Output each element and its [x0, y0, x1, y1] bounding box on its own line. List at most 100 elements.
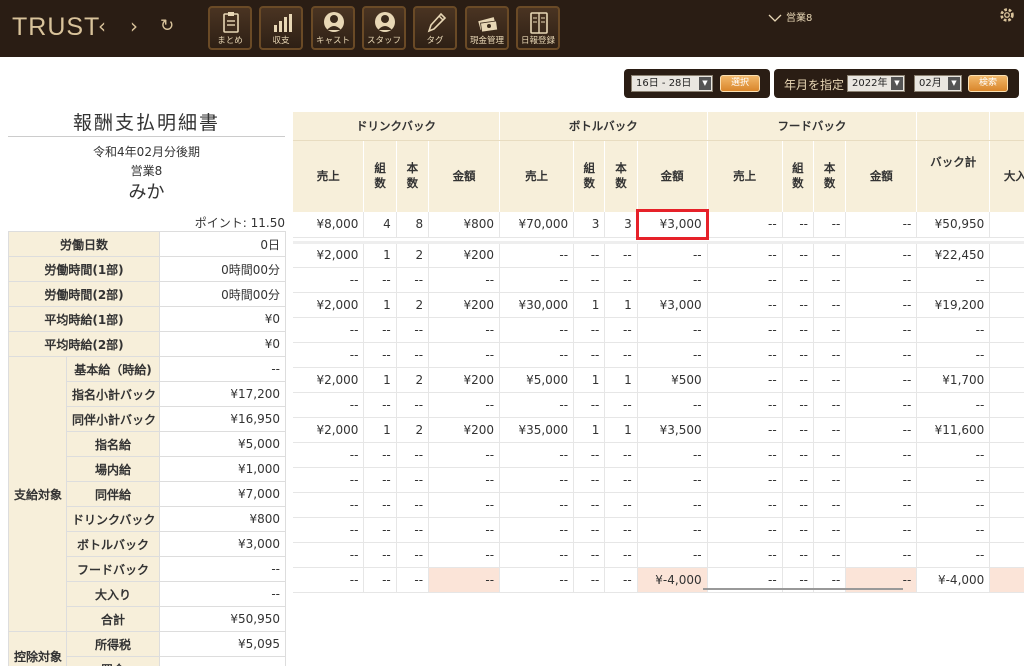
horizontal-scrollbar[interactable]	[703, 588, 903, 590]
toolbar-summary-button[interactable]: まとめ	[208, 6, 252, 50]
table-row: ¥2,000 1 2 ¥200 ¥5,000 1 1 ¥500 -- -- -- -- ¥1,700 --	[293, 367, 1024, 393]
cell-value: --	[768, 497, 777, 512]
toolbar-tag-button[interactable]: タグ	[413, 6, 457, 50]
table-row: -- -- -- -- -- -- -- -- -- -- -- -- -- --	[293, 392, 1024, 418]
period-select-button[interactable]: 選択	[720, 75, 760, 92]
table-cell: --	[573, 342, 606, 368]
table-cell: --	[916, 317, 991, 343]
table-cell: --	[813, 212, 847, 238]
cell-value: --	[831, 572, 841, 587]
table-cell: --	[396, 392, 430, 418]
detail-table-container[interactable]: ドリンクバックボトルバックフードバックフ売上組数本数金額売上組数本数金額売上組数…	[293, 112, 1024, 666]
cell-value: 2	[415, 297, 424, 312]
table-cell: 2	[396, 292, 430, 318]
cell-value: --	[902, 347, 912, 362]
cell-value: --	[799, 397, 809, 412]
table-cell: --	[573, 392, 606, 418]
period-selector-panel: 16日 - 28日 ▼ 選択	[624, 69, 770, 98]
cell-value: --	[349, 522, 359, 537]
table-cell: --	[428, 442, 501, 468]
cell-value: ¥3,000	[659, 217, 702, 232]
toolbar-income-button[interactable]: 収支	[259, 6, 303, 50]
gear-icon[interactable]	[998, 6, 1016, 24]
cell-value: 4	[383, 217, 391, 232]
summary-value: 0時間00分	[159, 281, 287, 307]
user-menu[interactable]: 営業8	[768, 9, 812, 24]
reload-icon[interactable]: ↻	[160, 16, 174, 36]
cell-value: --	[559, 522, 569, 537]
cell-value: --	[975, 272, 985, 287]
table-cell: --	[845, 392, 918, 418]
table-cell: --	[813, 442, 847, 468]
period-select[interactable]: 16日 - 28日 ▼	[631, 75, 713, 92]
cell-value: 1	[383, 248, 391, 262]
back-icon[interactable]: ‹	[98, 16, 106, 36]
toolbar-cash-button[interactable]: 現金管理	[465, 6, 509, 50]
table-cell: 8	[396, 212, 430, 238]
clipboard-icon	[223, 12, 239, 33]
chevron-down-icon	[768, 14, 782, 22]
table-cell: --	[845, 517, 918, 543]
cell-value: --	[559, 397, 569, 412]
cell-value: --	[349, 347, 359, 362]
table-cell: 1	[363, 367, 397, 393]
cell-value: 1	[383, 422, 391, 437]
table-cell: --	[989, 317, 1024, 343]
toolbar-daily-button[interactable]: 日報登録	[516, 6, 560, 50]
table-cell: --	[604, 342, 638, 368]
table-cell: --	[989, 517, 1024, 543]
forward-icon[interactable]: ›	[130, 16, 138, 36]
table-cell: --	[989, 542, 1024, 568]
table-cell: --	[707, 212, 783, 238]
search-button[interactable]: 検索	[968, 75, 1008, 92]
column-header: 金額	[845, 140, 918, 212]
cell-value: --	[590, 572, 600, 587]
year-select[interactable]: 2022年 ▼	[847, 75, 905, 92]
cell-value: 1	[383, 297, 391, 312]
summary-data-row: ¥8,000 4 8 ¥800 ¥70,000 3 3 ¥3,000 -- -- -- -- ¥50,9…	[293, 209, 1024, 240]
toolbar-cast-button[interactable]: キャスト	[311, 6, 355, 50]
table-cell: --	[604, 517, 638, 543]
deduction-label: 罰金	[65, 656, 161, 666]
toolbar-staff-button[interactable]: スタッフ	[362, 6, 406, 50]
table-cell: --	[573, 442, 606, 468]
table-row: -- -- -- -- -- -- -- -- -- -- -- -- -- --	[293, 342, 1024, 368]
summary-value: ¥0	[159, 331, 287, 357]
table-cell: --	[363, 317, 397, 343]
cell-value: --	[692, 522, 702, 537]
cell-value: --	[902, 322, 912, 337]
cell-value: --	[414, 447, 424, 462]
table-cell: --	[782, 212, 815, 238]
table-cell: --	[637, 492, 708, 518]
cell-value: --	[768, 472, 777, 487]
month-select[interactable]: 02月 ▼	[914, 75, 962, 92]
cell-value: --	[559, 497, 569, 512]
staff-icon	[375, 12, 395, 32]
table-cell: --	[989, 292, 1024, 318]
column-header: 組数	[782, 140, 815, 212]
table-cell: --	[637, 542, 708, 568]
table-cell: --	[989, 367, 1024, 393]
table-cell: --	[845, 442, 918, 468]
cell-value: --	[692, 472, 702, 487]
cell-value: --	[382, 472, 391, 487]
summary-label: 平均時給(1部)	[7, 306, 161, 332]
dropdown-arrow-icon: ▼	[891, 77, 903, 90]
table-cell: --	[396, 542, 430, 568]
cell-value: --	[975, 522, 985, 537]
table-cell: --	[499, 442, 575, 468]
cell-value: 1	[624, 297, 632, 312]
cell-value: --	[768, 322, 777, 337]
cell-value: --	[382, 397, 391, 412]
document-title: 報酬支払明細書	[72, 112, 220, 134]
table-cell: --	[293, 567, 365, 593]
cell-value: ¥19,200	[934, 297, 985, 312]
table-cell: --	[813, 517, 847, 543]
cell-value: ¥5,000	[526, 372, 569, 387]
cell-value: --	[590, 547, 600, 562]
table-cell: 1	[573, 417, 606, 443]
table-cell: --	[989, 467, 1024, 493]
column-header: 組数	[573, 140, 606, 212]
cell-value: --	[623, 547, 632, 562]
payment-label: ボトルバック	[65, 531, 161, 557]
